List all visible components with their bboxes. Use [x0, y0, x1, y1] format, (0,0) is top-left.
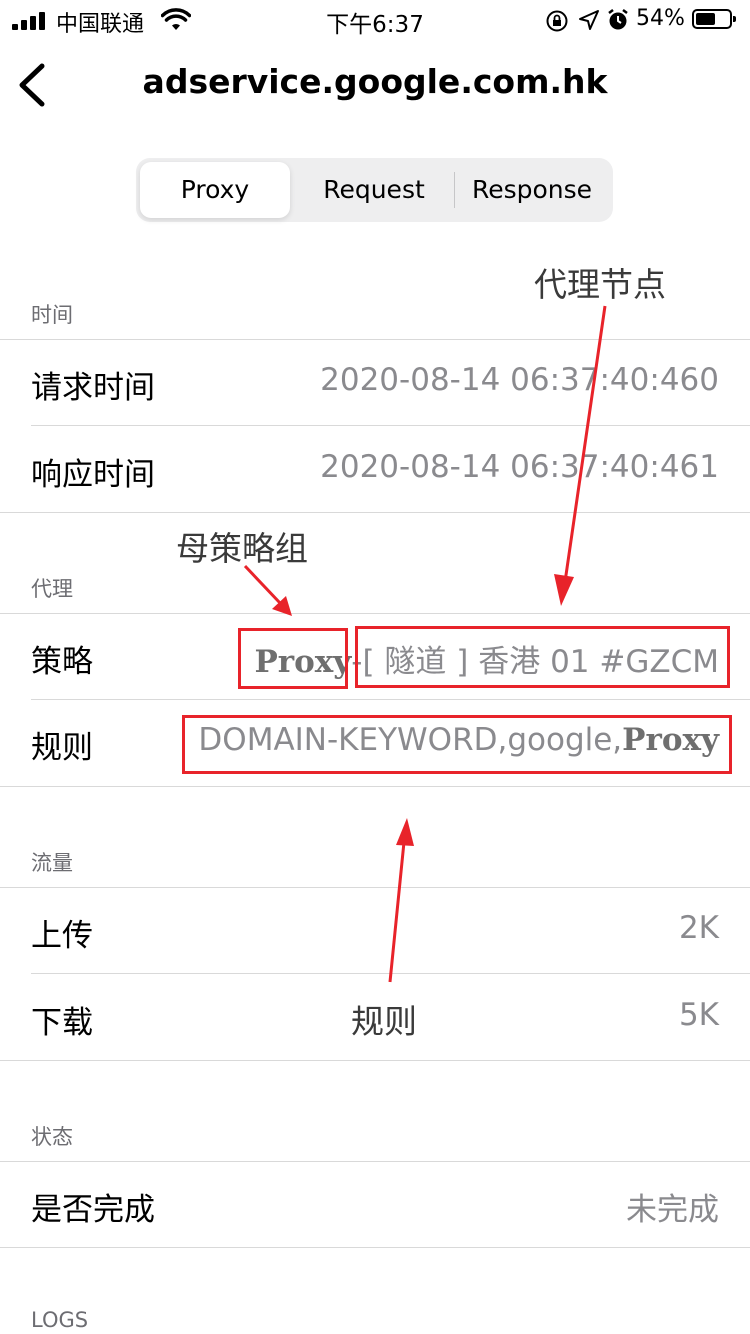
- arrow-proxy-node: [554, 305, 607, 606]
- arrow-parent-group: [243, 564, 292, 616]
- annotation-arrows: [243, 305, 607, 983]
- arrow-rule: [388, 818, 414, 983]
